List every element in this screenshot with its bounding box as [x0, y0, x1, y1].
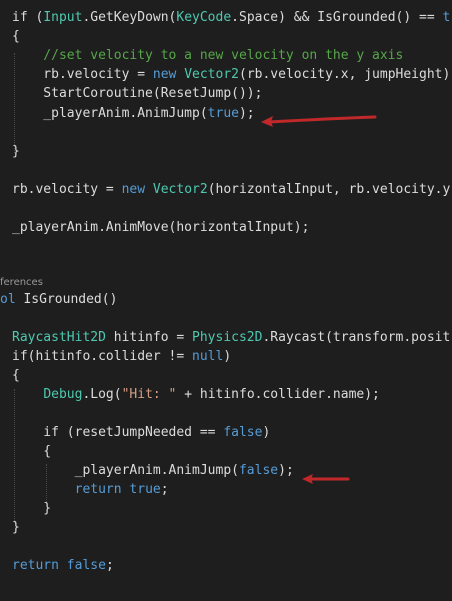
code-token: if ( [12, 10, 44, 25]
code-token: _playerAnim.AnimJump( [12, 106, 208, 121]
code-token: if(hitinfo.collider != [12, 349, 193, 364]
code-line[interactable]: } [12, 142, 20, 161]
code-line[interactable]: ol IsGrounded() [0, 290, 117, 309]
code-line[interactable]: _playerAnim.AnimJump(true); [12, 104, 255, 123]
code-token: Debug [43, 387, 83, 402]
code-token: tr [442, 10, 452, 25]
code-token: .Space) && IsGrounded() == [231, 10, 443, 25]
code-token: //set velocity to a new velocity on the … [12, 48, 404, 63]
code-token: rb.velocity = [12, 67, 153, 82]
code-token: (rb.velocity.x, jumpHeight); [239, 67, 452, 82]
code-line[interactable]: { [12, 27, 20, 46]
code-token: return [12, 558, 67, 573]
code-token: _playerAnim.AnimJump( [12, 463, 239, 478]
code-line[interactable]: } [12, 518, 20, 537]
code-token: + hitinfo.collider.name); [176, 387, 380, 402]
code-token: KeyCode [176, 10, 232, 25]
code-token: rb.velocity = [12, 182, 122, 197]
code-line[interactable]: { [12, 442, 51, 461]
code-line[interactable]: if(hitinfo.collider != null) [12, 347, 231, 366]
code-line[interactable]: return true; [12, 480, 169, 499]
code-token: IsGrounded() [23, 292, 118, 307]
code-token: ) [223, 349, 232, 364]
code-token: ; [105, 558, 114, 573]
code-token: ); [238, 106, 255, 121]
code-line[interactable]: //set velocity to a new velocity on the … [12, 46, 403, 65]
code-token: ; [160, 482, 169, 497]
code-token: hitinfo = [105, 330, 193, 345]
code-token: } [12, 501, 52, 516]
code-token: Physics2D [192, 330, 263, 345]
code-token: .Raycast(transform.posit [262, 330, 451, 345]
code-token: ) [262, 425, 271, 440]
code-token: { [12, 444, 52, 459]
code-editor[interactable]: if (Input.GetKeyDown(KeyCode.Space) && I… [0, 0, 452, 601]
code-token: RaycastHit2D [12, 330, 106, 345]
code-token: "Hit: " [121, 387, 177, 402]
code-token: return [74, 482, 130, 497]
code-line[interactable]: ferences [0, 272, 43, 291]
code-token: new [121, 182, 153, 197]
code-line[interactable]: } [12, 499, 51, 518]
code-token: _playerAnim.AnimMove(horizontalInput); [12, 220, 310, 235]
code-token: false [66, 558, 106, 573]
code-token: ol [0, 292, 24, 307]
code-token: if (resetJumpNeeded == [12, 425, 224, 440]
code-token: ferences [0, 277, 43, 288]
code-token: } [12, 144, 20, 159]
code-token: false [223, 425, 263, 440]
code-line[interactable]: rb.velocity = new Vector2(horizontalInpu… [12, 180, 450, 199]
code-line[interactable]: _playerAnim.AnimMove(horizontalInput); [12, 218, 309, 237]
code-token: Vector2 [152, 182, 208, 197]
code-line[interactable]: rb.velocity = new Vector2(rb.velocity.x,… [12, 65, 452, 84]
red-arrow-icon [261, 115, 377, 127]
code-line[interactable]: { [12, 366, 20, 385]
code-token: Vector2 [184, 67, 239, 82]
code-token: } [12, 520, 20, 535]
code-token: { [12, 368, 20, 383]
code-token: new [152, 67, 185, 82]
red-arrow-icon [302, 474, 350, 484]
code-token: StartCoroutine(ResetJump()); [12, 86, 263, 101]
code-token: Input [43, 10, 83, 25]
code-token: true [207, 106, 239, 121]
code-line[interactable]: if (Input.GetKeyDown(KeyCode.Space) && I… [12, 8, 452, 27]
code-token: null [192, 349, 224, 364]
code-line[interactable]: RaycastHit2D hitinfo = Physics2D.Raycast… [12, 328, 450, 347]
code-token: false [238, 463, 279, 478]
code-token: { [12, 29, 20, 44]
code-token: .Log( [82, 387, 122, 402]
code-line[interactable]: Debug.Log("Hit: " + hitinfo.collider.nam… [12, 385, 380, 404]
code-line[interactable]: _playerAnim.AnimJump(false); [12, 461, 294, 480]
code-line[interactable]: StartCoroutine(ResetJump()); [12, 84, 262, 103]
code-token: true [129, 482, 161, 497]
code-line[interactable]: if (resetJumpNeeded == false) [12, 423, 270, 442]
code-token: .GetKeyDown( [82, 10, 177, 25]
code-line[interactable]: return false; [12, 556, 114, 575]
code-token: ); [278, 463, 294, 478]
code-token: (horizontalInput, rb.velocity.y [207, 182, 451, 197]
